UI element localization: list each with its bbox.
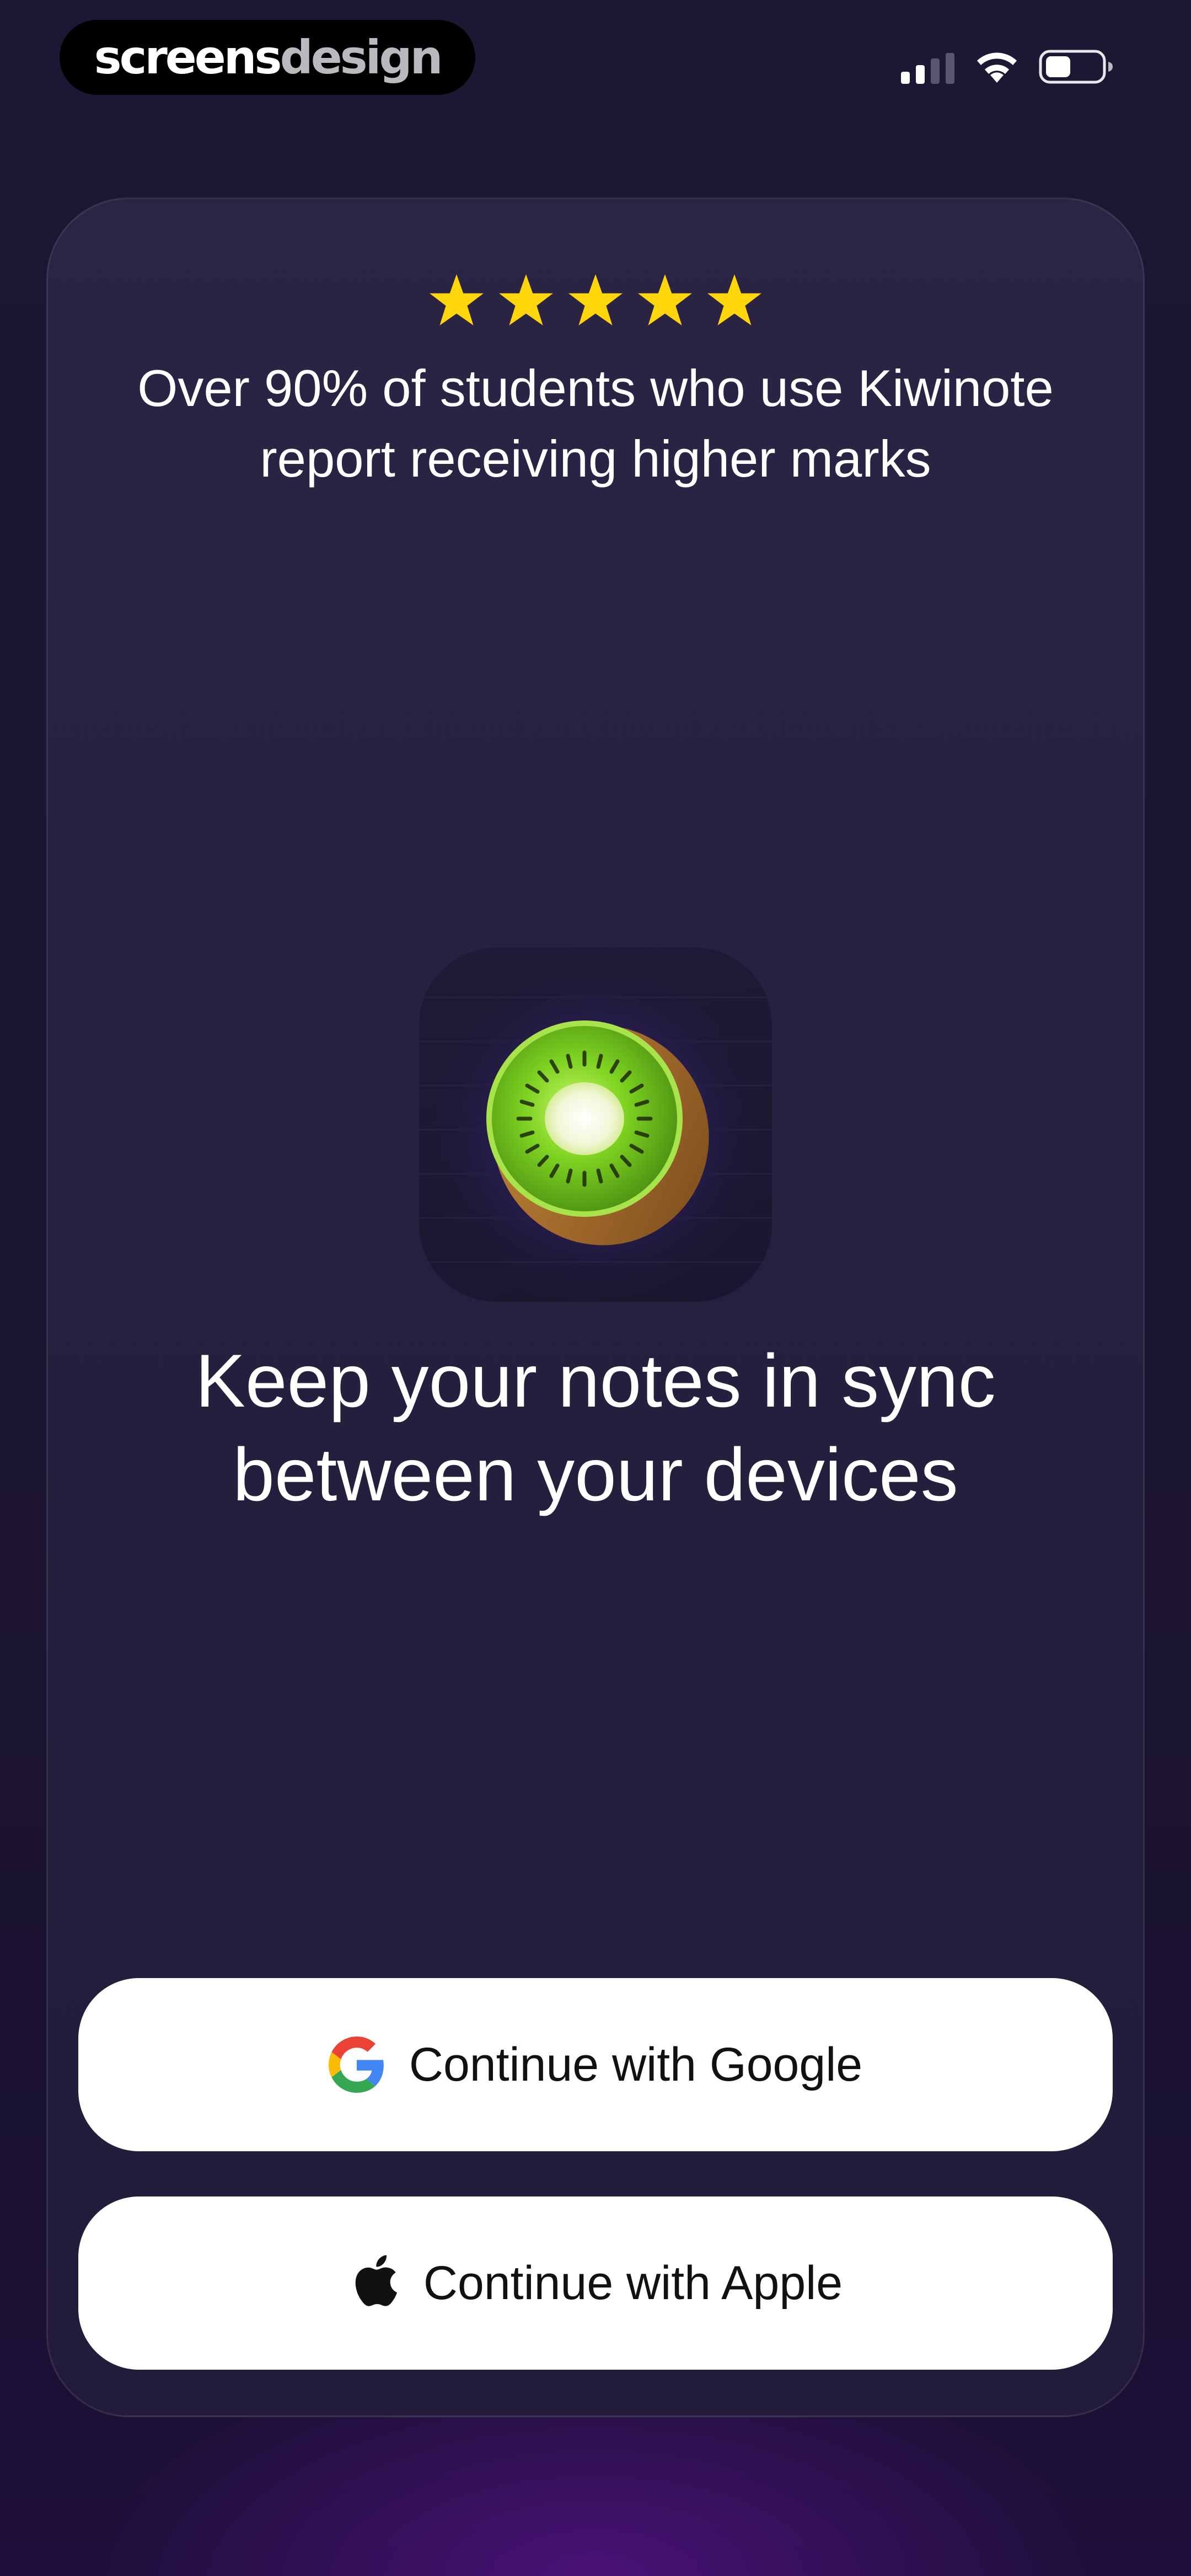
feature-headline: Keep your notes in sync between your dev… [195, 1339, 996, 1516]
rating-text: Over 90% of students who use Kiwinote re… [137, 359, 1054, 488]
star-icon [499, 274, 553, 325]
app-icon [419, 948, 772, 1302]
cellular-signal-icon [901, 53, 954, 84]
star-icon [568, 274, 623, 325]
star-icon [638, 274, 692, 325]
google-button-label: Continue with Google [409, 2038, 863, 2091]
kiwi-icon [419, 948, 772, 1302]
star-icon [707, 274, 761, 325]
screensdesign-watermark: screensdesign [60, 20, 475, 95]
star-icon [430, 274, 484, 325]
apple-icon [355, 2255, 397, 2306]
watermark-part-2: design [280, 30, 443, 84]
watermark-part-1: screens [94, 30, 282, 84]
rating-stars [0, 273, 1191, 327]
google-icon [328, 2037, 384, 2093]
wifi-icon [977, 52, 1017, 83]
continue-with-apple-button[interactable]: Continue with Apple [78, 2196, 1113, 2370]
apple-button-label: Continue with Apple [423, 2257, 843, 2310]
battery-icon [1039, 50, 1113, 84]
continue-with-google-button[interactable]: Continue with Google [78, 1978, 1113, 2151]
